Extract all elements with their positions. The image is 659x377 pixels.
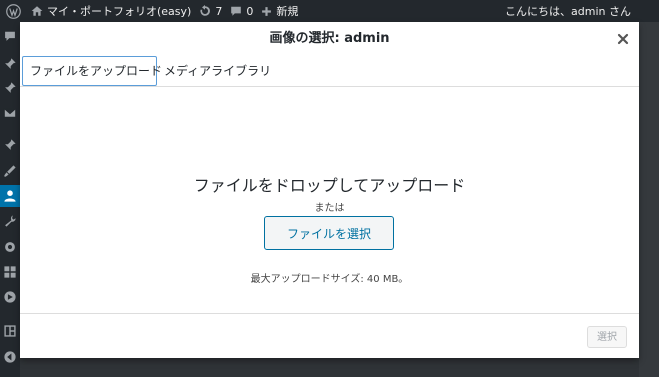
site-name: マイ・ポートフォリオ(easy) bbox=[47, 5, 192, 18]
max-upload-size: 最大アップロードサイズ: 40 MB。 bbox=[250, 274, 409, 285]
plus-icon bbox=[262, 6, 272, 16]
comments-link[interactable]: 0 bbox=[230, 0, 253, 22]
greeting: こんにちは、admin さん bbox=[505, 5, 631, 18]
admin-bar: マイ・ポートフォリオ(easy) 7 0 新規 こんにちは、admin さん bbox=[0, 0, 659, 22]
circle-menu-icon[interactable] bbox=[3, 290, 17, 304]
users-menu-icon[interactable] bbox=[0, 185, 20, 207]
updates-link[interactable]: 7 bbox=[199, 0, 222, 22]
mail-menu-icon[interactable] bbox=[3, 106, 17, 120]
background-page-bottom bbox=[20, 358, 639, 377]
upload-drop-zone[interactable]: ファイルをドロップしてアップロード または ファイルを選択 最大アップロードサイ… bbox=[20, 87, 639, 313]
grid-menu-icon[interactable] bbox=[3, 265, 17, 279]
collapse-menu-icon[interactable] bbox=[3, 350, 17, 364]
pin-menu-icon-3[interactable] bbox=[3, 138, 17, 152]
drop-instructions: ファイルをドロップしてアップロード bbox=[193, 176, 466, 195]
brush-menu-icon[interactable] bbox=[3, 164, 17, 178]
new-content-link[interactable]: 新規 bbox=[261, 0, 298, 22]
tab-upload-files[interactable]: ファイルをアップロード bbox=[22, 56, 162, 86]
close-icon bbox=[617, 33, 629, 45]
my-account-link[interactable]: こんにちは、admin さん bbox=[505, 0, 631, 22]
pin-menu-icon-2[interactable] bbox=[3, 81, 17, 95]
updates-count: 7 bbox=[215, 4, 223, 18]
modal-title: 画像の選択: admin bbox=[269, 31, 390, 46]
pin-menu-icon[interactable] bbox=[3, 57, 17, 71]
settings-menu-icon[interactable] bbox=[3, 240, 17, 254]
comments-count: 0 bbox=[246, 4, 254, 18]
layout-menu-icon[interactable] bbox=[3, 324, 17, 338]
home-icon bbox=[31, 6, 43, 16]
close-button[interactable] bbox=[615, 31, 631, 47]
site-name-link[interactable]: マイ・ポートフォリオ(easy) bbox=[31, 0, 191, 22]
wordpress-logo-icon[interactable] bbox=[6, 0, 21, 22]
or-text: または bbox=[314, 203, 345, 214]
modal-tabs: ファイルをアップロード メディアライブラリ bbox=[20, 56, 639, 87]
tools-menu-icon[interactable] bbox=[3, 214, 17, 228]
select-button[interactable]: 選択 bbox=[587, 326, 627, 348]
admin-side-menu bbox=[0, 22, 20, 377]
background-page bbox=[639, 22, 659, 377]
media-modal: 画像の選択: admin ファイルをアップロード メディアライブラリ ファイルを… bbox=[20, 22, 639, 358]
comment-icon bbox=[231, 6, 242, 16]
new-label: 新規 bbox=[276, 5, 299, 18]
tab-media-library[interactable]: メディアライブラリ bbox=[157, 57, 278, 85]
modal-toolbar: 選択 bbox=[20, 313, 639, 359]
dashboard-menu-icon[interactable] bbox=[3, 29, 17, 43]
select-files-button[interactable]: ファイルを選択 bbox=[264, 216, 394, 250]
updates-icon bbox=[200, 5, 211, 16]
